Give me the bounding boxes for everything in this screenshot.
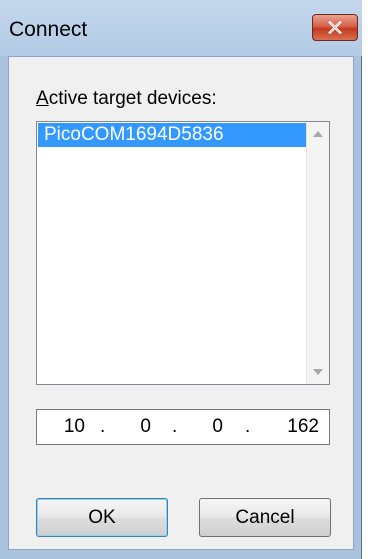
listbox-scrollbar[interactable] bbox=[306, 122, 329, 384]
ip-address-field[interactable]: 10 . 0 . 0 . 162 bbox=[36, 409, 330, 445]
ok-button[interactable]: OK bbox=[36, 498, 168, 537]
ip-octet-4[interactable]: 162 bbox=[275, 416, 319, 438]
scroll-down-button[interactable] bbox=[307, 360, 329, 384]
scroll-up-arrow-icon bbox=[313, 131, 323, 137]
close-button[interactable] bbox=[312, 14, 358, 41]
devices-label-mnemonic: A bbox=[36, 88, 49, 109]
ip-separator: . bbox=[100, 416, 106, 437]
ip-octet-2[interactable]: 0 bbox=[107, 416, 151, 438]
connect-dialog: Connect Active target devices: PicoCOM16… bbox=[0, 0, 362, 559]
ip-octet-1[interactable]: 10 bbox=[41, 416, 85, 438]
ip-separator: . bbox=[172, 416, 178, 437]
devices-label-text: ctive target devices: bbox=[48, 88, 217, 109]
scroll-down-arrow-icon bbox=[313, 369, 323, 375]
cancel-button[interactable]: Cancel bbox=[199, 498, 331, 537]
device-list-item[interactable]: PicoCOM1694D5836 bbox=[38, 123, 306, 147]
ip-separator: . bbox=[245, 416, 251, 437]
title-bar[interactable]: Connect bbox=[0, 0, 362, 56]
dialog-client-area: Active target devices: PicoCOM1694D5836 … bbox=[8, 56, 354, 550]
devices-label: Active target devices: bbox=[36, 88, 217, 110]
window-title: Connect bbox=[9, 18, 88, 41]
ip-octet-3[interactable]: 0 bbox=[179, 416, 223, 438]
devices-listbox[interactable]: PicoCOM1694D5836 bbox=[36, 121, 330, 385]
scroll-up-button[interactable] bbox=[307, 122, 329, 146]
